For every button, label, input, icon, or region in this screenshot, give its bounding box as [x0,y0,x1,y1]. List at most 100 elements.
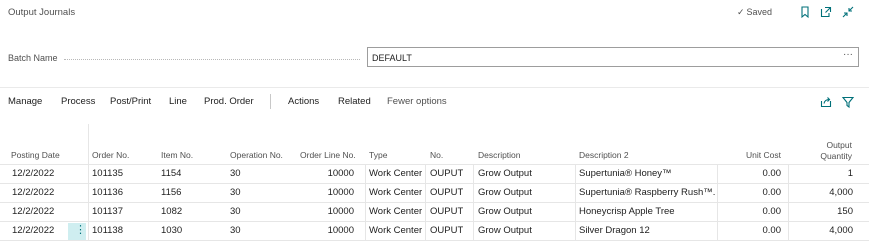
checkmark-icon: ✓ [737,7,745,17]
cell-order-line-no[interactable]: 10000 [300,168,354,179]
cell-posting-date[interactable]: 12/2/2022 [12,168,54,179]
cell-order-no[interactable]: 101137 [92,206,123,217]
column-divider [717,184,718,203]
table-row[interactable]: 12/2/2022 101135 1154 30 10000 Work Cent… [0,164,869,184]
column-divider [425,184,426,203]
table-row[interactable]: 12/2/2022 101137 1082 30 10000 Work Cent… [0,202,869,222]
action-bar: Manage Process Post/Print Line Prod. Ord… [0,92,869,112]
column-no[interactable]: No. [430,150,443,161]
action-line[interactable]: Line [169,96,187,107]
action-actions[interactable]: Actions [288,96,319,107]
column-divider [88,203,89,222]
share-icon[interactable] [819,95,833,109]
cell-order-no[interactable]: 101138 [92,225,123,236]
cell-unit-cost[interactable]: 0.00 [720,168,782,179]
table-row[interactable]: 12/2/2022 ⋮ 101138 1030 30 10000 Work Ce… [0,221,869,241]
action-post-print[interactable]: Post/Print [110,96,151,107]
cell-description-2[interactable]: Supertunia® Raspberry Rush™... [579,187,715,198]
cell-order-no[interactable]: 101135 [92,168,123,179]
cell-unit-cost[interactable]: 0.00 [720,187,782,198]
cell-item-no[interactable]: 1156 [161,187,181,198]
action-process[interactable]: Process [61,96,95,107]
cell-type[interactable]: Work Center [369,206,422,217]
cell-item-no[interactable]: 1030 [161,225,182,236]
column-divider [788,222,789,241]
cell-posting-date[interactable]: 12/2/2022 [12,225,54,236]
action-manage[interactable]: Manage [8,96,42,107]
cell-description[interactable]: Grow Output [478,168,532,179]
cell-no[interactable]: OUPUT [430,206,463,217]
column-divider [788,184,789,203]
more-options-icon[interactable]: ··· [843,49,853,60]
cell-description-2[interactable]: Silver Dragon 12 [579,225,715,236]
grid-header: Posting Date Order No. Item No. Operatio… [0,124,869,164]
cell-type[interactable]: Work Center [369,225,422,236]
cell-type[interactable]: Work Center [369,187,422,198]
cell-unit-cost[interactable]: 0.00 [720,225,782,236]
cell-item-no[interactable]: 1082 [161,206,182,217]
cell-no[interactable]: OUPUT [430,225,463,236]
cell-operation-no[interactable]: 30 [230,168,241,179]
cell-order-line-no[interactable]: 10000 [300,206,354,217]
column-description[interactable]: Description [478,150,521,161]
column-divider [473,184,474,203]
cell-order-line-no[interactable]: 10000 [300,187,354,198]
grid-bottom-border [0,240,869,241]
cell-no[interactable]: OUPUT [430,168,463,179]
column-divider [425,203,426,222]
cell-posting-date[interactable]: 12/2/2022 [12,206,54,217]
cell-operation-no[interactable]: 30 [230,206,241,217]
action-prod-order[interactable]: Prod. Order [204,96,254,107]
ellipsis-vertical-icon: ⋮ [75,224,86,236]
cell-no[interactable]: OUPUT [430,187,463,198]
cell-posting-date[interactable]: 12/2/2022 [12,187,54,198]
collapse-icon[interactable] [841,5,855,19]
bookmark-icon[interactable] [798,5,812,19]
column-item-no[interactable]: Item No. [161,150,193,161]
cell-unit-cost[interactable]: 0.00 [720,206,782,217]
saved-label: Saved [746,7,773,17]
cell-description-2[interactable]: Supertunia® Honey™ [579,168,715,179]
column-divider [365,203,366,222]
table-row[interactable]: 12/2/2022 101136 1156 30 10000 Work Cent… [0,183,869,203]
cell-output-quantity[interactable]: 4,000 [790,225,853,236]
cell-item-no[interactable]: 1154 [161,168,181,179]
column-unit-cost[interactable]: Unit Cost [746,150,781,161]
cell-description[interactable]: Grow Output [478,187,532,198]
column-output-quantity[interactable]: Output Quantity [800,140,852,162]
column-description-2[interactable]: Description 2 [579,150,629,161]
column-divider [88,184,89,203]
cell-description[interactable]: Grow Output [478,206,532,217]
open-new-window-icon[interactable] [819,5,833,19]
column-operation-no[interactable]: Operation No. [230,150,283,161]
batch-name-value: DEFAULT [372,53,412,63]
column-output-quantity-line2: Quantity [820,151,852,161]
column-divider [88,222,89,241]
cell-description-2[interactable]: Honeycrisp Apple Tree [579,206,715,217]
column-divider [88,124,89,164]
column-output-quantity-line1: Output [826,140,852,150]
column-divider [717,203,718,222]
saved-status: ✓ Saved [737,7,772,18]
cell-output-quantity[interactable]: 150 [790,206,853,217]
column-divider [425,165,426,184]
cell-output-quantity[interactable]: 1 [790,168,853,179]
cell-description[interactable]: Grow Output [478,225,532,236]
row-actions-button[interactable]: ⋮ [68,223,86,240]
cell-order-no[interactable]: 101136 [92,187,123,198]
action-fewer-options[interactable]: Fewer options [387,96,447,107]
action-related[interactable]: Related [338,96,371,107]
column-order-line-no[interactable]: Order Line No. [300,150,356,161]
column-type[interactable]: Type [369,150,387,161]
cell-operation-no[interactable]: 30 [230,225,241,236]
filter-icon[interactable] [841,95,855,109]
cell-order-line-no[interactable]: 10000 [300,225,354,236]
column-divider [717,165,718,184]
column-order-no[interactable]: Order No. [92,150,129,161]
cell-output-quantity[interactable]: 4,000 [790,187,853,198]
batch-name-input[interactable]: DEFAULT ··· [367,47,859,67]
cell-type[interactable]: Work Center [369,168,422,179]
column-posting-date[interactable]: Posting Date [11,150,60,161]
cell-operation-no[interactable]: 30 [230,187,241,198]
column-divider [365,165,366,184]
